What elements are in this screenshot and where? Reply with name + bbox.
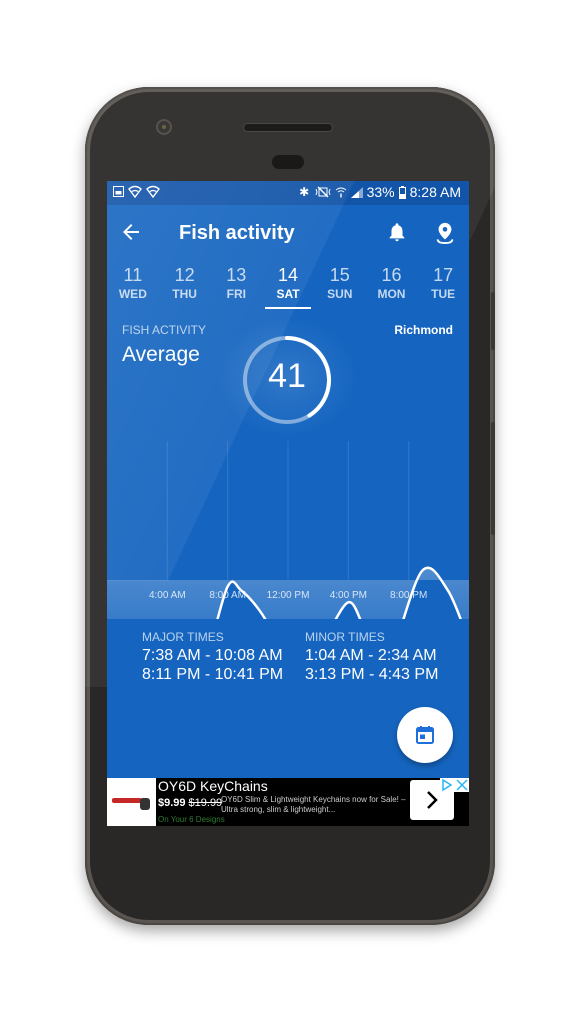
- front-camera: [158, 121, 170, 133]
- day-of-week: WED: [118, 287, 147, 301]
- ad-title[interactable]: OY6D KeyChains: [158, 778, 268, 794]
- ad-source: On Your 6 Designs: [158, 815, 225, 824]
- major-times: MAJOR TIMES 7:38 AM - 10:08 AM 8:11 PM -…: [142, 630, 283, 684]
- day-tab[interactable]: 13 FRI: [210, 265, 262, 307]
- day-number: 12: [174, 265, 195, 285]
- ad-banner[interactable]: OY6D KeyChains $9.99 $19.99 OY6D Slim & L…: [107, 778, 469, 826]
- major-times-label: MAJOR TIMES: [142, 630, 224, 644]
- close-icon[interactable]: [455, 778, 469, 792]
- day-tab[interactable]: 16 MON: [366, 265, 418, 307]
- minor-times-label: MINOR TIMES: [305, 630, 385, 644]
- calendar-button[interactable]: [397, 707, 453, 763]
- major-time-range: 8:11 PM - 10:41 PM: [142, 666, 284, 683]
- day-of-week: MON: [377, 287, 406, 301]
- day-of-week: FRI: [226, 287, 246, 301]
- day-tabs: 11 WED 12 THU 13 FRI 14 SAT 15 SUN 16 MON 17 TUE: [107, 265, 469, 309]
- calendar-icon: [416, 726, 434, 744]
- status-bar: ✱ 33% 8:28 AM: [107, 181, 469, 205]
- location-name[interactable]: Richmond: [394, 323, 453, 337]
- day-tab[interactable]: 12 THU: [159, 265, 211, 307]
- proximity-sensor: [272, 155, 304, 169]
- activity-level: Average: [122, 343, 200, 366]
- major-time-range: 7:38 AM - 10:08 AM: [142, 647, 283, 664]
- volume-button: [491, 422, 495, 535]
- day-tab[interactable]: 15 SUN: [314, 265, 366, 307]
- day-number: 11: [123, 265, 143, 285]
- minor-times: MINOR TIMES 1:04 AM - 2:34 AM 3:13 PM - …: [305, 630, 438, 684]
- activity-chart: 4:00 AM8:00 AM12:00 PM4:00 PM8:00 PM: [107, 441, 469, 619]
- vibrate-mute-icon: [315, 186, 331, 198]
- day-number: 17: [433, 265, 454, 285]
- ad-current-price: $9.99: [158, 797, 186, 809]
- day-number: 14: [278, 265, 299, 285]
- day-tab[interactable]: 14 SAT: [262, 265, 314, 309]
- day-tab[interactable]: 11 WED: [107, 265, 159, 307]
- ad-product-image[interactable]: [107, 778, 156, 826]
- location-pin-icon[interactable]: [434, 221, 456, 245]
- wifi-notification-icon: [128, 185, 142, 198]
- keychain-image: [112, 798, 150, 810]
- battery-percent: 33%: [366, 184, 395, 200]
- clock: 8:28 AM: [409, 184, 461, 200]
- day-number: 15: [329, 265, 350, 285]
- power-button: [491, 292, 495, 350]
- image-notification-icon: [113, 186, 124, 197]
- signal-icon: [350, 187, 363, 198]
- day-of-week: SUN: [327, 287, 353, 301]
- ad-old-price: $19.99: [188, 797, 223, 809]
- day-tab[interactable]: 17 TUE: [417, 265, 469, 307]
- arrow-left-icon[interactable]: [119, 220, 143, 244]
- day-of-week: THU: [172, 287, 197, 301]
- ad-choices[interactable]: [440, 778, 469, 792]
- bell-icon[interactable]: [386, 221, 408, 243]
- app-screen: ✱ 33% 8:28 AM Fish activity 11 WED 12 THU 13…: [107, 181, 469, 826]
- page-title: Fish activity: [179, 222, 295, 244]
- minor-time-range: 1:04 AM - 2:34 AM: [305, 647, 437, 664]
- activity-score: 41: [268, 357, 306, 395]
- day-of-week: SAT: [276, 287, 300, 301]
- adchoices-icon[interactable]: [440, 778, 454, 792]
- day-number: 13: [226, 265, 247, 285]
- ad-price: $9.99 $19.99: [158, 797, 222, 809]
- battery-icon: [398, 185, 406, 199]
- minor-time-range: 3:13 PM - 4:43 PM: [305, 666, 439, 683]
- ad-description: OY6D Slim & Lightweight Keychains now fo…: [221, 795, 406, 814]
- day-number: 16: [381, 265, 402, 285]
- fish-activity-label: FISH ACTIVITY: [122, 323, 207, 337]
- earpiece-speaker: [244, 124, 332, 131]
- app-toolbar: Fish activity: [107, 205, 469, 261]
- wifi-notification-icon: [146, 185, 160, 198]
- wifi-icon: [335, 187, 346, 198]
- day-of-week: TUE: [431, 287, 456, 301]
- bluetooth-icon: ✱: [299, 184, 310, 199]
